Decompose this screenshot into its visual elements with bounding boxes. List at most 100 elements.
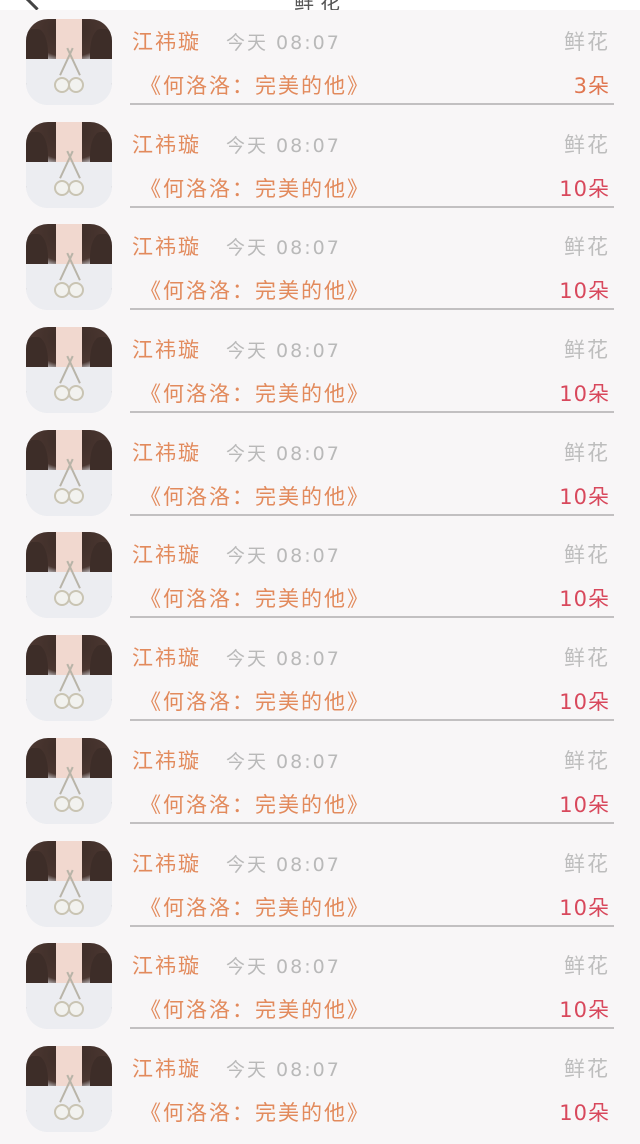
user-name[interactable]: 江祎璇: [132, 539, 201, 569]
gift-count: 10朵: [559, 690, 610, 715]
gift-record-row[interactable]: 江祎璇 今天 08:07 鲜花 《何洛洛：完美的他》 10朵: [0, 322, 640, 425]
gift-count: 10朵: [559, 587, 610, 612]
gift-type: 鲜花: [564, 543, 610, 568]
gift-time: 今天 08:07: [226, 442, 341, 465]
gift-type: 鲜花: [564, 440, 610, 465]
book-title[interactable]: 《何洛洛：完美的他》: [140, 686, 370, 716]
book-title[interactable]: 《何洛洛：完美的他》: [140, 275, 370, 305]
book-title[interactable]: 《何洛洛：完美的他》: [140, 994, 370, 1024]
user-avatar[interactable]: [26, 737, 112, 824]
user-avatar[interactable]: [26, 121, 112, 208]
gift-time: 今天 08:07: [226, 134, 341, 157]
user-name[interactable]: 江祎璇: [132, 950, 201, 980]
gift-time: 今天 08:07: [226, 648, 341, 671]
gift-type: 鲜花: [564, 646, 610, 671]
user-avatar[interactable]: [26, 224, 112, 311]
gift-record-row[interactable]: 江祎璇 今天 08:07 鲜花 《何洛洛：完美的他》 10朵: [0, 836, 640, 939]
user-avatar[interactable]: [26, 327, 112, 414]
user-avatar[interactable]: [26, 532, 112, 619]
gift-type: 鲜花: [564, 748, 610, 773]
gift-count: 10朵: [559, 895, 610, 920]
bow-icon: [54, 1001, 84, 1018]
book-title[interactable]: 《何洛洛：完美的他》: [140, 173, 370, 203]
page-title: 鲜花: [0, 0, 640, 10]
bow-icon: [54, 487, 84, 504]
book-title[interactable]: 《何洛洛：完美的他》: [140, 378, 370, 408]
gift-time: 今天 08:07: [226, 32, 341, 54]
user-name[interactable]: 江祎璇: [132, 231, 201, 261]
gift-count: 10朵: [559, 382, 610, 407]
gift-count: 3朵: [573, 74, 610, 98]
divider: [130, 103, 614, 105]
gift-time: 今天 08:07: [226, 1058, 341, 1081]
user-name[interactable]: 江祎璇: [132, 26, 201, 56]
user-avatar[interactable]: [26, 635, 112, 722]
bow-icon: [54, 590, 84, 607]
gift-time: 今天 08:07: [226, 750, 341, 773]
gift-count: 10朵: [559, 1100, 610, 1125]
divider: [130, 719, 614, 722]
book-title[interactable]: 《何洛洛：完美的他》: [140, 789, 370, 819]
bow-icon: [54, 179, 84, 196]
gift-record-list: 江祎璇 今天 08:07 鲜花 《何洛洛：完美的他》 3朵 江祎璇 今天 08:…: [0, 14, 640, 1144]
gift-type: 鲜花: [564, 954, 610, 979]
gift-count: 10朵: [559, 998, 610, 1023]
top-bar: 鲜花: [0, 0, 640, 10]
user-name[interactable]: 江祎璇: [132, 1053, 201, 1083]
user-avatar[interactable]: [26, 840, 112, 927]
gift-time: 今天 08:07: [226, 853, 341, 876]
user-avatar[interactable]: [26, 1045, 112, 1132]
book-title[interactable]: 《何洛洛：完美的他》: [140, 583, 370, 613]
gift-type: 鲜花: [564, 851, 610, 876]
user-name[interactable]: 江祎璇: [132, 642, 201, 672]
bow-icon: [54, 385, 84, 402]
gift-record-row[interactable]: 江祎璇 今天 08:07 鲜花 《何洛洛：完美的他》 10朵: [0, 527, 640, 630]
book-title[interactable]: 《何洛洛：完美的他》: [140, 70, 370, 100]
user-avatar[interactable]: [26, 19, 112, 105]
user-name[interactable]: 江祎璇: [132, 334, 201, 364]
book-title[interactable]: 《何洛洛：完美的他》: [140, 1097, 370, 1127]
gift-type: 鲜花: [564, 132, 610, 157]
book-title[interactable]: 《何洛洛：完美的他》: [140, 481, 370, 511]
bow-icon: [54, 898, 84, 915]
gift-type: 鲜花: [564, 30, 610, 54]
gift-record-row[interactable]: 江祎璇 今天 08:07 鲜花 《何洛洛：完美的他》 10朵: [0, 425, 640, 528]
divider: [130, 308, 614, 311]
gift-record-row[interactable]: 江祎璇 今天 08:07 鲜花 《何洛洛：完美的他》 3朵: [0, 14, 640, 117]
gift-time: 今天 08:07: [226, 956, 341, 979]
user-name[interactable]: 江祎璇: [132, 745, 201, 775]
bow-icon: [54, 282, 84, 299]
divider: [130, 205, 614, 208]
user-name[interactable]: 江祎璇: [132, 129, 201, 159]
user-name[interactable]: 江祎璇: [132, 437, 201, 467]
bow-icon: [54, 795, 84, 812]
gift-time: 今天 08:07: [226, 237, 341, 260]
user-avatar[interactable]: [26, 429, 112, 516]
user-name[interactable]: 江祎璇: [132, 848, 201, 878]
book-title[interactable]: 《何洛洛：完美的他》: [140, 892, 370, 922]
gift-type: 鲜花: [564, 235, 610, 260]
divider: [130, 411, 614, 414]
bow-icon: [54, 693, 84, 710]
gift-record-row[interactable]: 江祎璇 今天 08:07 鲜花 《何洛洛：完美的他》 10朵: [0, 1041, 640, 1144]
divider: [130, 1027, 614, 1030]
gift-time: 今天 08:07: [226, 340, 341, 363]
divider: [130, 821, 614, 824]
divider: [130, 924, 614, 927]
gift-count: 10朵: [559, 792, 610, 817]
user-avatar[interactable]: [26, 943, 112, 1030]
gift-type: 鲜花: [564, 1056, 610, 1081]
gift-record-row[interactable]: 江祎璇 今天 08:07 鲜花 《何洛洛：完美的他》 10朵: [0, 733, 640, 836]
bow-icon: [54, 77, 84, 93]
bow-icon: [54, 1103, 84, 1120]
gift-record-row[interactable]: 江祎璇 今天 08:07 鲜花 《何洛洛：完美的他》 10朵: [0, 117, 640, 220]
gift-count: 10朵: [559, 484, 610, 509]
gift-record-row[interactable]: 江祎璇 今天 08:07 鲜花 《何洛洛：完美的他》 10朵: [0, 219, 640, 322]
gift-type: 鲜花: [564, 338, 610, 363]
gift-record-row[interactable]: 江祎璇 今天 08:07 鲜花 《何洛洛：完美的他》 10朵: [0, 630, 640, 733]
divider: [130, 513, 614, 516]
gift-count: 10朵: [559, 279, 610, 304]
gift-record-row[interactable]: 江祎璇 今天 08:07 鲜花 《何洛洛：完美的他》 10朵: [0, 938, 640, 1041]
gift-time: 今天 08:07: [226, 545, 341, 568]
divider: [130, 616, 614, 619]
